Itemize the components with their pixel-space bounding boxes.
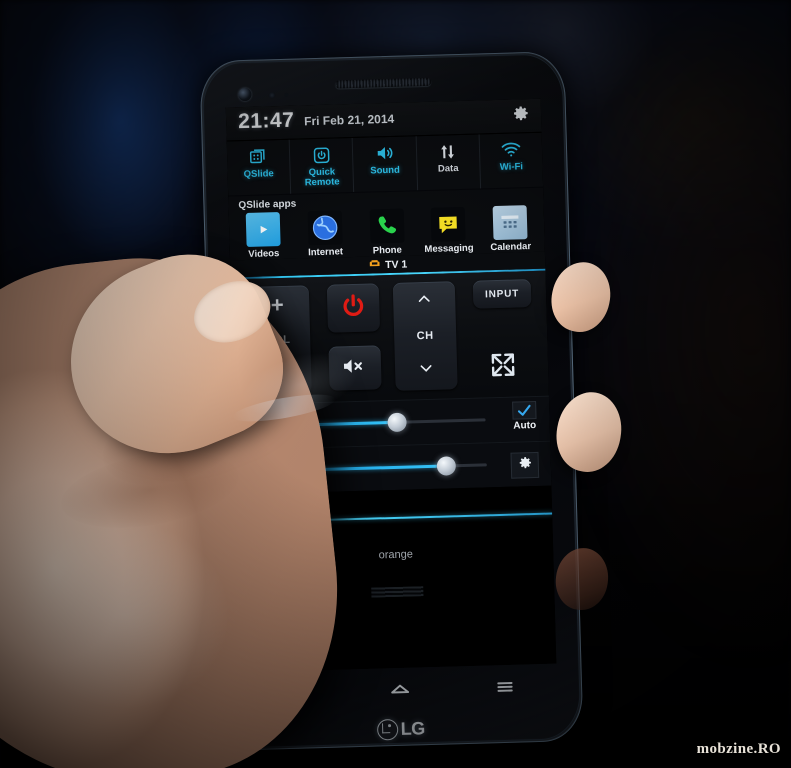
- photo-scene: 21:47 Fri Feb 21, 2014: [0, 0, 791, 768]
- vignette: [0, 0, 791, 768]
- watermark: mobzine.RO: [696, 741, 781, 757]
